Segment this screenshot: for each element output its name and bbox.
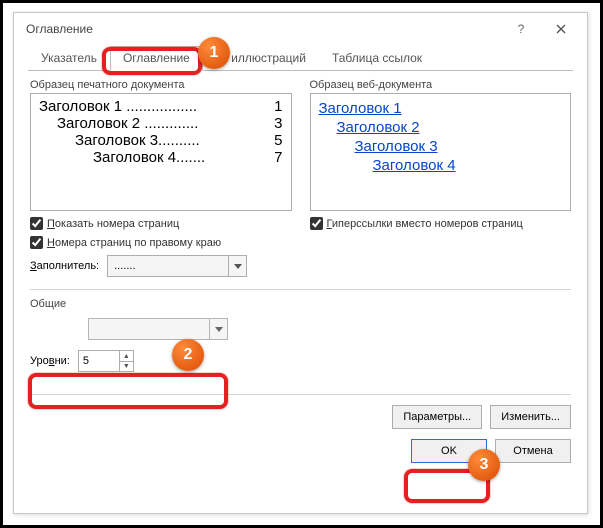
chevron-down-icon xyxy=(209,319,227,339)
button-modify[interactable]: Изменить... xyxy=(490,405,571,429)
web-preview: Заголовок 1 Заголовок 2 Заголовок 3 Заго… xyxy=(310,93,572,211)
checkbox-hyperlinks-input[interactable] xyxy=(310,217,323,230)
checkbox-show-pages[interactable]: ППоказать номера страницоказать номера с… xyxy=(30,217,292,230)
dialog-toc: Оглавление ? Указатель Оглавление ок илл… xyxy=(13,12,588,514)
chevron-down-icon xyxy=(228,256,246,276)
fill-combo[interactable]: ....... xyxy=(107,255,247,277)
levels-label: Уровни: xyxy=(30,355,70,367)
help-button[interactable]: ? xyxy=(501,15,541,43)
close-icon xyxy=(556,24,566,34)
checkbox-right-align[interactable]: Номера страниц по правому краю xyxy=(30,236,292,249)
spinner-down[interactable]: ▼ xyxy=(119,361,133,371)
button-cancel[interactable]: Отмена xyxy=(495,439,571,463)
checkbox-show-pages-input[interactable] xyxy=(30,217,43,230)
general-label: Общие xyxy=(30,298,571,310)
tab-index[interactable]: Указатель xyxy=(28,46,110,71)
tab-illustrations[interactable]: ок иллюстраций xyxy=(203,46,319,71)
window-title: Оглавление xyxy=(26,22,93,36)
title-bar: Оглавление ? xyxy=(14,13,587,45)
print-preview: Заголовок 1 ................. 1 Заголово… xyxy=(30,93,292,211)
button-parameters[interactable]: Параметры... xyxy=(392,405,482,429)
checkbox-right-align-input[interactable] xyxy=(30,236,43,249)
fill-label: Заполнитель: xyxy=(30,260,99,272)
tab-strip: Указатель Оглавление ок иллюстраций Табл… xyxy=(28,45,573,71)
spinner-up[interactable]: ▲ xyxy=(119,351,133,361)
fill-combo-value: ....... xyxy=(108,260,228,272)
tab-toc[interactable]: Оглавление xyxy=(110,46,203,71)
tab-references[interactable]: Таблица ссылок xyxy=(319,46,435,71)
web-preview-label: Образец веб-документа xyxy=(310,79,572,91)
button-ok[interactable]: OK xyxy=(411,439,487,463)
levels-spinner[interactable]: ▲ ▼ xyxy=(78,350,134,372)
close-button[interactable] xyxy=(541,15,581,43)
levels-input[interactable] xyxy=(79,355,119,367)
format-combo[interactable] xyxy=(88,318,228,340)
print-preview-label: Образец печатного документа xyxy=(30,79,292,91)
checkbox-hyperlinks[interactable]: Гиперссылки вместо номеров страниц xyxy=(310,217,572,230)
